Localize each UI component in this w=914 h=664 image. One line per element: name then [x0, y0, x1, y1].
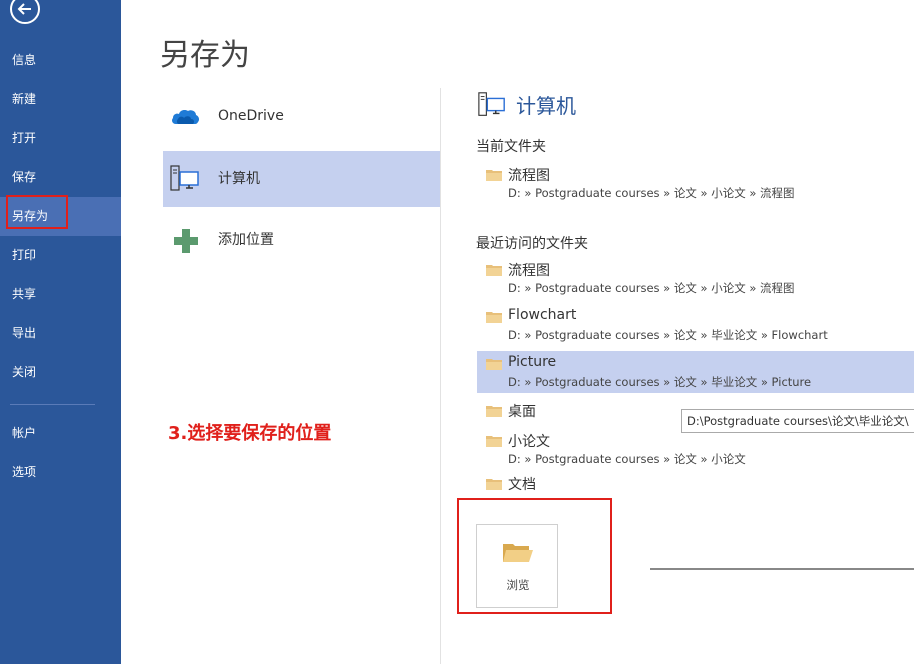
backstage-sidebar: 信息 新建 打开 保存 另存为 打印 共享 导出 关闭 帐户 选项 — [0, 0, 121, 664]
folder-path: D: » Postgraduate courses » 论文 » 小论文 » 流… — [508, 186, 795, 200]
folder-path: D: » Postgraduate courses » 论文 » 小论文 » 流… — [508, 281, 795, 295]
plus-icon — [174, 229, 198, 253]
nav-item-save[interactable]: 保存 — [0, 158, 121, 197]
folder-icon — [486, 479, 502, 490]
nav-item-close[interactable]: 关闭 — [0, 353, 121, 392]
cloud-icon — [172, 110, 200, 124]
page-title: 另存为 — [160, 38, 250, 73]
folder-path: D: » Postgraduate courses » 论文 » 毕业论文 » … — [508, 328, 828, 342]
recent-folder-item[interactable]: Flowchart D: » Postgraduate courses » 论文… — [477, 304, 914, 347]
nav-item-open[interactable]: 打开 — [0, 119, 121, 158]
nav-item-info[interactable]: 信息 — [0, 41, 121, 80]
highlight-box-save-as — [6, 195, 68, 229]
folder-icon — [486, 312, 502, 323]
current-folder-heading: 当前文件夹 — [476, 139, 546, 155]
decorative-line — [650, 568, 914, 570]
folder-icon — [486, 265, 502, 276]
step-annotation: 3.选择要保存的位置 — [168, 423, 332, 444]
nav-divider — [10, 404, 95, 405]
nav-item-export[interactable]: 导出 — [0, 314, 121, 353]
folder-name: Flowchart — [508, 307, 577, 323]
place-computer[interactable]: 计算机 — [163, 151, 440, 207]
computer-icon — [478, 92, 505, 116]
folder-name: 流程图 — [508, 168, 550, 184]
nav-item-share[interactable]: 共享 — [0, 275, 121, 314]
back-button[interactable] — [10, 0, 40, 24]
recent-folder-item[interactable]: Picture D: » Postgraduate courses » 论文 »… — [477, 351, 914, 393]
section-title: 计算机 — [516, 94, 576, 118]
place-label: 计算机 — [218, 171, 260, 187]
nav-item-new[interactable]: 新建 — [0, 80, 121, 119]
folder-name: 小论文 — [508, 434, 550, 450]
path-tooltip: D:\Postgraduate courses\论文\毕业论文\ — [681, 409, 914, 433]
folder-name: 桌面 — [508, 404, 536, 420]
recent-folder-item[interactable]: 流程图 D: » Postgraduate courses » 论文 » 小论文… — [477, 257, 914, 300]
folder-path: D: » Postgraduate courses » 论文 » 小论文 — [508, 452, 746, 466]
place-add-location[interactable]: 添加位置 — [163, 212, 440, 268]
recent-folders-heading: 最近访问的文件夹 — [476, 236, 588, 252]
highlight-box-browse — [457, 498, 612, 614]
place-onedrive[interactable]: OneDrive — [163, 88, 440, 144]
recent-folder-item[interactable]: 文档 — [477, 471, 914, 497]
nav-item-account[interactable]: 帐户 — [0, 414, 121, 453]
arrow-left-icon — [17, 3, 31, 15]
computer-icon — [170, 165, 199, 191]
folder-path: D: » Postgraduate courses » 论文 » 毕业论文 » … — [508, 375, 812, 389]
current-folder-item[interactable]: 流程图 D: » Postgraduate courses » 论文 » 小论文… — [477, 162, 914, 205]
nav-item-print[interactable]: 打印 — [0, 236, 121, 275]
folder-icon — [486, 359, 502, 370]
place-label: 添加位置 — [218, 232, 274, 248]
folder-icon — [486, 436, 502, 447]
folder-name: 文档 — [508, 477, 536, 493]
folder-name: Picture — [508, 354, 557, 370]
folder-icon — [486, 170, 502, 181]
folder-icon — [486, 406, 502, 417]
nav-item-options[interactable]: 选项 — [0, 453, 121, 492]
recent-folder-item[interactable]: 小论文 D: » Postgraduate courses » 论文 » 小论文 — [477, 428, 914, 471]
place-label: OneDrive — [218, 108, 284, 124]
folder-name: 流程图 — [508, 263, 550, 279]
column-divider — [440, 88, 441, 664]
